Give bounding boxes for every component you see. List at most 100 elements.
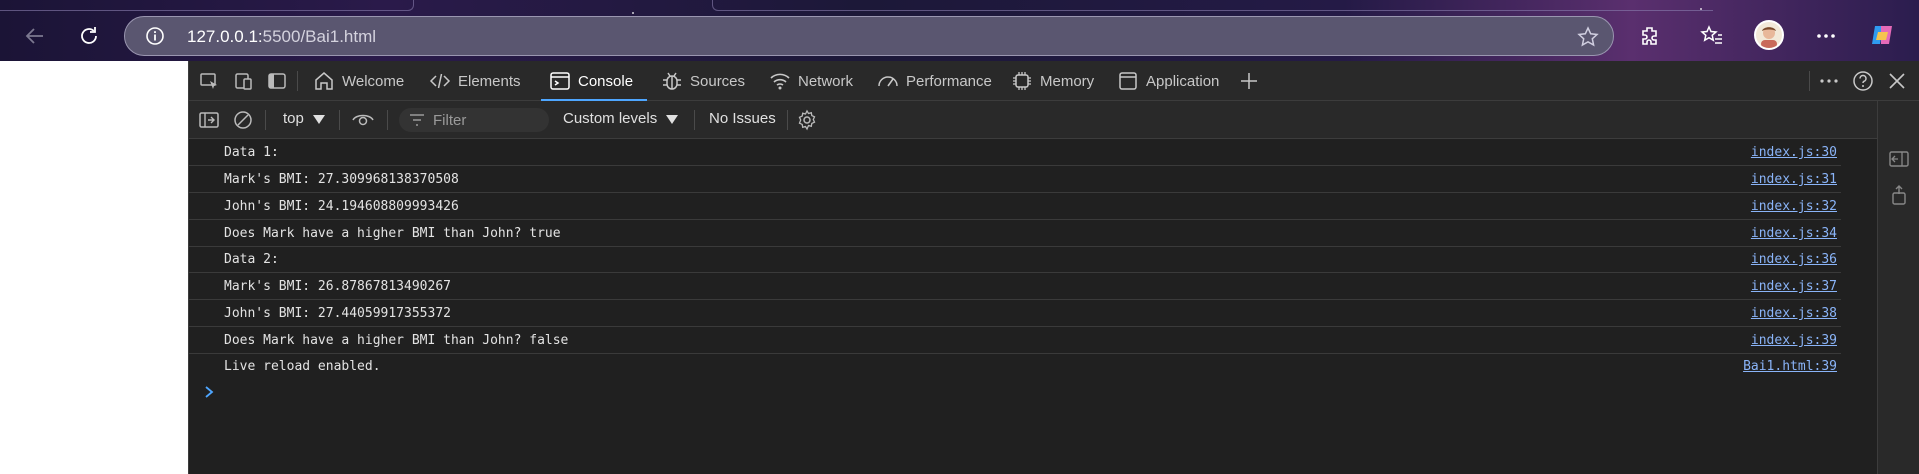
console-message: Does Mark have a higher BMI than John? t… <box>189 221 1841 247</box>
dropdown-arrow-icon <box>312 114 325 124</box>
console-message: John's BMI: 24.194608809993426 index.js:… <box>189 194 1841 220</box>
bug-icon <box>663 72 681 90</box>
url-text[interactable]: 127.0.0.1:5500/Bai1.html <box>187 27 376 47</box>
source-link[interactable]: index.js:39 <box>1751 333 1837 348</box>
extensions-icon <box>1642 27 1657 45</box>
tab-sources[interactable]: Sources <box>661 61 745 101</box>
message-text: Data 1: <box>224 145 279 160</box>
favorite-star-icon[interactable] <box>1577 26 1599 53</box>
message-text: Mark's BMI: 27.309968138370508 <box>224 172 459 187</box>
console-message: Data 1: index.js:30 <box>189 140 1841 166</box>
more-tools-icon[interactable] <box>1817 69 1841 93</box>
show-sidebar-icon[interactable] <box>197 108 221 132</box>
wifi-icon <box>770 73 790 90</box>
console-output: Data 1: index.js:30 Mark's BMI: 27.30996… <box>189 140 1877 474</box>
divider <box>387 110 388 130</box>
copy-icon[interactable] <box>1887 183 1911 207</box>
divider <box>787 110 788 130</box>
tab-network[interactable]: Network <box>769 61 853 101</box>
message-text: Mark's BMI: 26.87867813490267 <box>224 279 451 294</box>
devtools-panel: Welcome Elements Console Sources Network… <box>188 61 1919 474</box>
device-emulation-icon[interactable] <box>231 69 255 93</box>
context-selector[interactable]: top <box>283 110 326 127</box>
console-settings-gear-icon[interactable] <box>795 108 819 132</box>
console-message: Data 2: index.js:36 <box>189 247 1841 273</box>
message-text: Does Mark have a higher BMI than John? f… <box>224 333 569 348</box>
message-text: John's BMI: 27.44059917355372 <box>224 306 451 321</box>
address-bar[interactable]: 127.0.0.1:5500/Bai1.html <box>124 16 1614 56</box>
tab-console[interactable]: Console <box>540 61 648 101</box>
divider <box>265 110 266 130</box>
divider <box>297 71 298 91</box>
source-link[interactable]: index.js:30 <box>1751 145 1837 160</box>
console-toolbar: top Filter Custom levels No Issues <box>189 101 1877 139</box>
divider <box>339 110 340 130</box>
dropdown-arrow-icon <box>666 114 679 124</box>
source-link[interactable]: index.js:36 <box>1751 252 1837 267</box>
window-icon <box>1119 72 1137 90</box>
wallpaper-star <box>632 12 634 14</box>
tab-memory[interactable]: Memory <box>1011 61 1094 101</box>
back-button[interactable] <box>17 18 53 54</box>
close-icon[interactable] <box>1885 69 1909 93</box>
favorites-icon <box>1700 25 1722 44</box>
tab-application[interactable]: Application <box>1117 61 1219 101</box>
tab-label: Console <box>578 72 634 90</box>
console-message: Mark's BMI: 27.309968138370508 index.js:… <box>189 167 1841 193</box>
divider <box>1809 71 1810 91</box>
chip-icon <box>1013 72 1031 90</box>
wallpaper-star <box>1700 8 1702 10</box>
tab-elements[interactable]: Elements <box>429 61 521 101</box>
log-levels-dropdown[interactable]: Custom levels <box>563 110 679 127</box>
live-expression-eye-icon[interactable] <box>351 108 375 132</box>
console-message: Does Mark have a higher BMI than John? f… <box>189 328 1841 354</box>
add-tab-icon[interactable] <box>1237 69 1261 93</box>
drawer-rail <box>1877 101 1919 474</box>
dock-side-icon[interactable] <box>1887 147 1911 171</box>
clear-console-icon[interactable] <box>231 108 255 132</box>
tab-label: Application <box>1146 72 1220 90</box>
tab-performance[interactable]: Performance <box>877 61 992 101</box>
console-icon <box>550 72 570 90</box>
help-icon[interactable] <box>1851 69 1875 93</box>
tab-strip-edge <box>712 0 1713 11</box>
tab-label: Elements <box>458 72 521 90</box>
console-prompt-chevron-icon[interactable] <box>203 385 215 404</box>
source-link[interactable]: Bai1.html:39 <box>1743 359 1837 374</box>
url-host: 127.0.0.1: <box>187 27 263 46</box>
page-viewport <box>0 61 188 474</box>
copilot-icon[interactable] <box>1869 22 1895 48</box>
favorites-button[interactable] <box>1694 18 1730 54</box>
tab-label: Network <box>798 72 854 90</box>
sidebar-toggle-icon[interactable] <box>265 69 289 93</box>
tab-label: Sources <box>690 72 746 90</box>
source-link[interactable]: index.js:34 <box>1751 226 1837 241</box>
refresh-icon <box>81 27 97 44</box>
console-message: John's BMI: 27.44059917355372 index.js:3… <box>189 301 1841 327</box>
devtools-tab-bar: Welcome Elements Console Sources Network… <box>189 61 1919 101</box>
site-info-icon[interactable] <box>145 26 165 51</box>
tab-welcome[interactable]: Welcome <box>313 61 404 101</box>
tab-strip-edge <box>0 0 414 11</box>
gauge-icon <box>878 76 898 87</box>
source-link[interactable]: index.js:31 <box>1751 172 1837 187</box>
issues-counter[interactable]: No Issues <box>709 110 776 127</box>
refresh-button[interactable] <box>71 18 107 54</box>
profile-avatar[interactable] <box>1754 20 1784 50</box>
message-text: Does Mark have a higher BMI than John? t… <box>224 226 561 241</box>
code-icon <box>429 73 451 89</box>
tab-label: Welcome <box>342 72 405 90</box>
inspect-element-icon[interactable] <box>197 69 221 93</box>
console-message: Mark's BMI: 26.87867813490267 index.js:3… <box>189 274 1841 300</box>
url-path: 5500/Bai1.html <box>262 27 377 46</box>
more-button[interactable] <box>1808 18 1844 54</box>
console-message: Live reload enabled. Bai1.html:39 <box>189 354 1841 380</box>
extensions-button[interactable] <box>1632 18 1668 54</box>
source-link[interactable]: index.js:38 <box>1751 306 1837 321</box>
filter-input[interactable]: Filter <box>399 108 549 132</box>
tab-label: Performance <box>906 72 992 90</box>
tab-label: Memory <box>1040 72 1095 90</box>
message-text: John's BMI: 24.194608809993426 <box>224 199 459 214</box>
source-link[interactable]: index.js:37 <box>1751 279 1837 294</box>
source-link[interactable]: index.js:32 <box>1751 199 1837 214</box>
